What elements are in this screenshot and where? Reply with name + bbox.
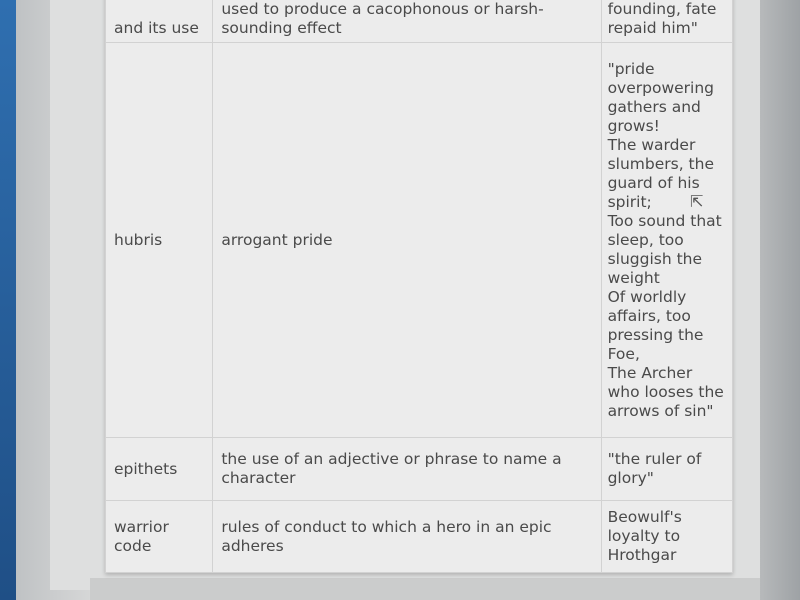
term-cell: warrior code [104, 500, 214, 573]
table-row: hubris arrogant pride "pride overpowerin… [104, 42, 734, 438]
term-cell: and its use [104, 0, 214, 43]
literary-terms-table: and its use used to produce a cacophonou… [104, 0, 734, 573]
example-cell: Beowulf's loyalty to Hrothgar [600, 500, 734, 573]
definition-cell: the use of an adjective or phrase to nam… [212, 437, 602, 501]
term-cell: hubris [104, 42, 214, 438]
example-cell: founding, fate repaid him" [600, 0, 734, 43]
pointer-arrow-icon: ⇱ [690, 192, 704, 211]
term-cell: epithets [104, 437, 214, 501]
background-window-edge [0, 0, 16, 600]
example-cell: "pride overpowering gathers and grows! T… [600, 42, 734, 438]
table-row: and its use used to produce a cacophonou… [104, 0, 734, 43]
definition-cell: rules of conduct to which a hero in an e… [212, 500, 602, 573]
definition-cell: arrogant pride [212, 42, 602, 438]
example-cell: "the ruler of glory" [600, 437, 734, 501]
table-row: warrior code rules of conduct to which a… [104, 500, 734, 573]
screen-bottom-edge [90, 578, 760, 600]
table-row: epithets the use of an adjective or phra… [104, 437, 734, 501]
definition-cell: used to produce a cacophonous or harsh-s… [212, 0, 602, 43]
